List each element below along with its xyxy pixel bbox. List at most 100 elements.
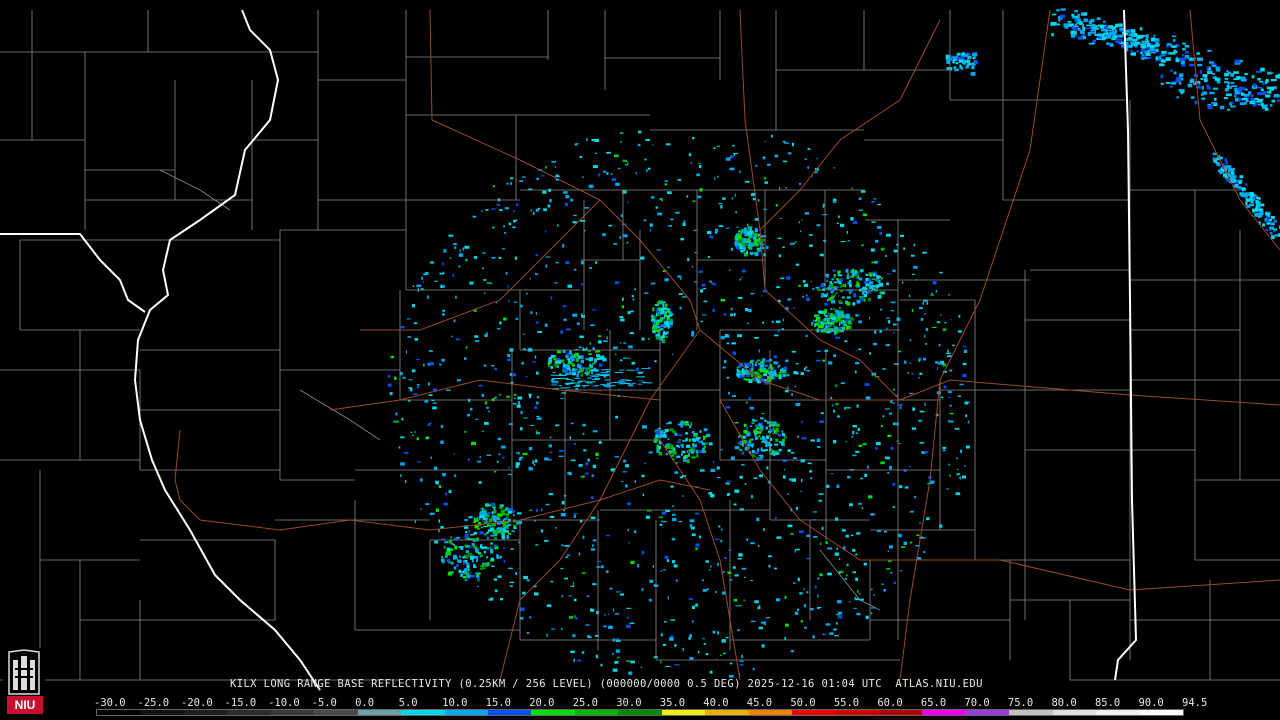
echo-pixel	[821, 526, 824, 530]
echo-pixel	[462, 247, 464, 251]
echo-pixel	[698, 535, 702, 539]
echo-pixel	[671, 537, 676, 541]
echo-pixel	[1260, 88, 1264, 92]
echo-pixel	[876, 275, 881, 279]
echo-pixel	[596, 457, 599, 459]
echo-pixel	[805, 334, 808, 337]
echo-pixel	[450, 536, 453, 539]
echo-pixel	[782, 318, 784, 322]
echo-pixel	[608, 613, 610, 615]
colorbar-segment	[1052, 710, 1097, 715]
echo-pixel	[1181, 54, 1184, 56]
echo-pixel	[614, 661, 619, 664]
echo-pixel	[841, 529, 846, 532]
echo-pixel	[508, 222, 512, 226]
echo-pixel	[866, 287, 868, 290]
echo-pixel	[851, 268, 854, 271]
echo-pixel	[901, 546, 906, 548]
echo-pixel	[424, 400, 429, 403]
echo-pixel	[479, 456, 481, 459]
echo-pixel	[896, 317, 901, 321]
echo-pixel	[550, 374, 558, 376]
echo-pixel	[1273, 228, 1278, 231]
echo-pixel	[667, 438, 670, 441]
echo-pixel	[574, 269, 577, 271]
echo-pixel	[782, 141, 786, 143]
echo-pixel	[585, 467, 587, 469]
echo-pixel	[819, 350, 822, 352]
echo-pixel	[443, 502, 449, 506]
echo-pixel	[844, 577, 847, 580]
echo-pixel	[932, 281, 937, 285]
echo-pixel	[729, 269, 731, 271]
echo-pixel	[513, 210, 515, 213]
echo-pixel	[521, 362, 524, 365]
echo-pixel	[1060, 8, 1066, 11]
echo-pixel	[775, 204, 778, 207]
echo-pixel	[647, 167, 651, 170]
echo-pixel	[690, 422, 692, 426]
scale-tick-label: -15.0	[224, 697, 257, 709]
echo-pixel	[1082, 26, 1086, 31]
echo-pixel	[569, 356, 574, 359]
echo-pixel	[743, 599, 746, 601]
echo-pixel	[910, 254, 915, 257]
echo-pixel	[551, 355, 555, 359]
echo-pixel	[696, 449, 699, 454]
echo-pixel	[433, 466, 438, 471]
echo-pixel	[651, 319, 655, 322]
echo-pixel	[1261, 211, 1264, 215]
echo-pixel	[1051, 32, 1054, 37]
echo-pixel	[962, 362, 967, 366]
echo-pixel	[664, 180, 669, 182]
echo-pixel	[465, 258, 468, 262]
scale-tick-label: -25.0	[137, 697, 170, 709]
scale-tick-label: 55.0	[833, 697, 860, 709]
echo-pixel	[763, 176, 766, 180]
echo-pixel	[1074, 9, 1078, 13]
echo-pixel	[817, 446, 821, 448]
echo-pixel	[546, 604, 552, 608]
echo-pixel	[488, 410, 490, 413]
echo-pixel	[561, 392, 567, 394]
echo-pixel	[701, 579, 704, 582]
echo-pixel	[494, 516, 498, 520]
echo-pixel	[487, 529, 492, 532]
echo-pixel	[637, 383, 643, 385]
echo-pixel	[600, 375, 610, 376]
echo-pixel	[453, 319, 456, 323]
echo-pixel	[529, 278, 531, 280]
echo-pixel	[818, 499, 822, 502]
echo-pixel	[501, 248, 506, 250]
scale-tick-label: -10.0	[268, 697, 300, 709]
echo-pixel	[566, 365, 570, 368]
echo-pixel	[528, 347, 531, 349]
echo-pixel	[681, 450, 686, 454]
echo-pixel	[565, 379, 572, 381]
echo-pixel	[904, 486, 909, 489]
echo-pixel	[847, 272, 849, 275]
echo-pixel	[574, 382, 580, 384]
echo-pixel	[653, 324, 656, 327]
echo-pixel	[829, 281, 833, 284]
echo-pixel	[441, 558, 445, 563]
echo-pixel	[1209, 91, 1215, 95]
echo-pixel	[836, 547, 838, 550]
echo-pixel	[608, 224, 613, 227]
echo-pixel	[902, 281, 904, 284]
echo-pixel	[909, 362, 912, 364]
echo-pixel	[543, 208, 547, 211]
echo-pixel	[537, 331, 542, 333]
echo-pixel	[627, 311, 631, 315]
echo-pixel	[835, 309, 839, 314]
echo-pixel	[563, 191, 568, 194]
echo-pixel	[761, 238, 765, 242]
echo-pixel	[826, 292, 829, 296]
echo-pixel	[1185, 50, 1189, 54]
echo-pixel	[493, 544, 498, 547]
echo-pixel	[486, 556, 489, 559]
echo-pixel	[401, 417, 404, 421]
echo-pixel	[496, 460, 499, 463]
echo-pixel	[911, 308, 914, 312]
echo-pixel	[448, 490, 452, 494]
